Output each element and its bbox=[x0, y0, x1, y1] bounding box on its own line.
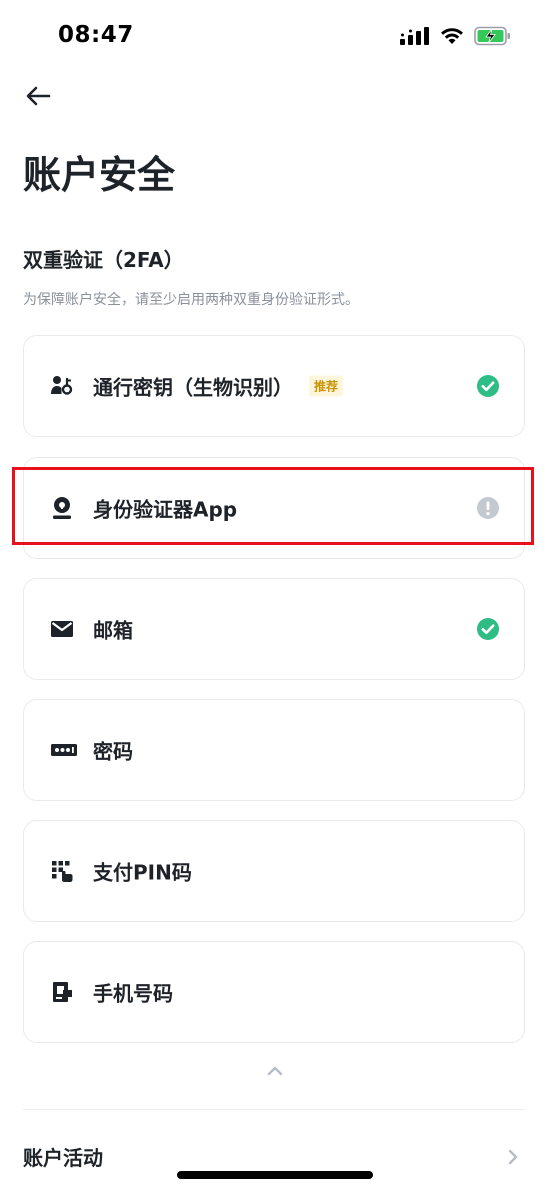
method-label: 手机号码 bbox=[93, 981, 173, 1006]
method-card-password[interactable]: 密码 bbox=[23, 699, 525, 801]
email-icon bbox=[50, 617, 74, 641]
method-card-phone[interactable]: 手机号码 bbox=[23, 941, 525, 1043]
battery-charging-icon bbox=[474, 26, 510, 46]
method-label: 密码 bbox=[93, 739, 133, 764]
chevron-right-icon bbox=[508, 1149, 518, 1165]
status-icons bbox=[400, 26, 512, 46]
method-card-passkey[interactable]: 通行密钥（生物识别） 推荐 bbox=[23, 335, 525, 437]
method-card-email[interactable]: 邮箱 bbox=[23, 578, 525, 680]
status-bar: 08:47 bbox=[0, 0, 550, 72]
warning-circle-icon bbox=[477, 497, 499, 519]
recommended-badge: 推荐 bbox=[309, 375, 344, 397]
divider bbox=[23, 1109, 525, 1110]
page-title: 账户安全 bbox=[23, 153, 176, 197]
arrow-left-icon bbox=[26, 86, 51, 106]
method-card-authenticator[interactable]: 身份验证器App bbox=[23, 457, 525, 559]
authenticator-icon bbox=[50, 496, 74, 520]
method-label: 通行密钥（生物识别） 推荐 bbox=[93, 372, 344, 401]
method-card-pin[interactable]: 支付PIN码 bbox=[23, 820, 525, 922]
pin-keypad-icon bbox=[50, 859, 74, 883]
status-time: 08:47 bbox=[58, 22, 134, 48]
wifi-icon bbox=[441, 28, 463, 44]
method-label: 支付PIN码 bbox=[93, 860, 192, 885]
account-activity-label: 账户活动 bbox=[23, 1146, 103, 1170]
back-button[interactable] bbox=[22, 80, 54, 112]
passkey-icon bbox=[50, 374, 74, 398]
check-circle-icon bbox=[477, 375, 499, 397]
check-circle-icon bbox=[477, 618, 499, 640]
method-label-text: 通行密钥（生物识别） bbox=[93, 375, 293, 400]
twofa-description: 为保障账户安全，请至少启用两种双重身份验证形式。 bbox=[23, 292, 359, 308]
method-label: 身份验证器App bbox=[93, 497, 238, 522]
password-icon bbox=[50, 738, 78, 762]
signal-icon bbox=[400, 27, 429, 45]
chevron-up-icon[interactable] bbox=[263, 1060, 287, 1080]
method-label: 邮箱 bbox=[93, 618, 133, 643]
home-indicator bbox=[177, 1171, 373, 1179]
twofa-section-title: 双重验证（2FA） bbox=[23, 248, 184, 272]
phone-icon bbox=[50, 980, 74, 1004]
